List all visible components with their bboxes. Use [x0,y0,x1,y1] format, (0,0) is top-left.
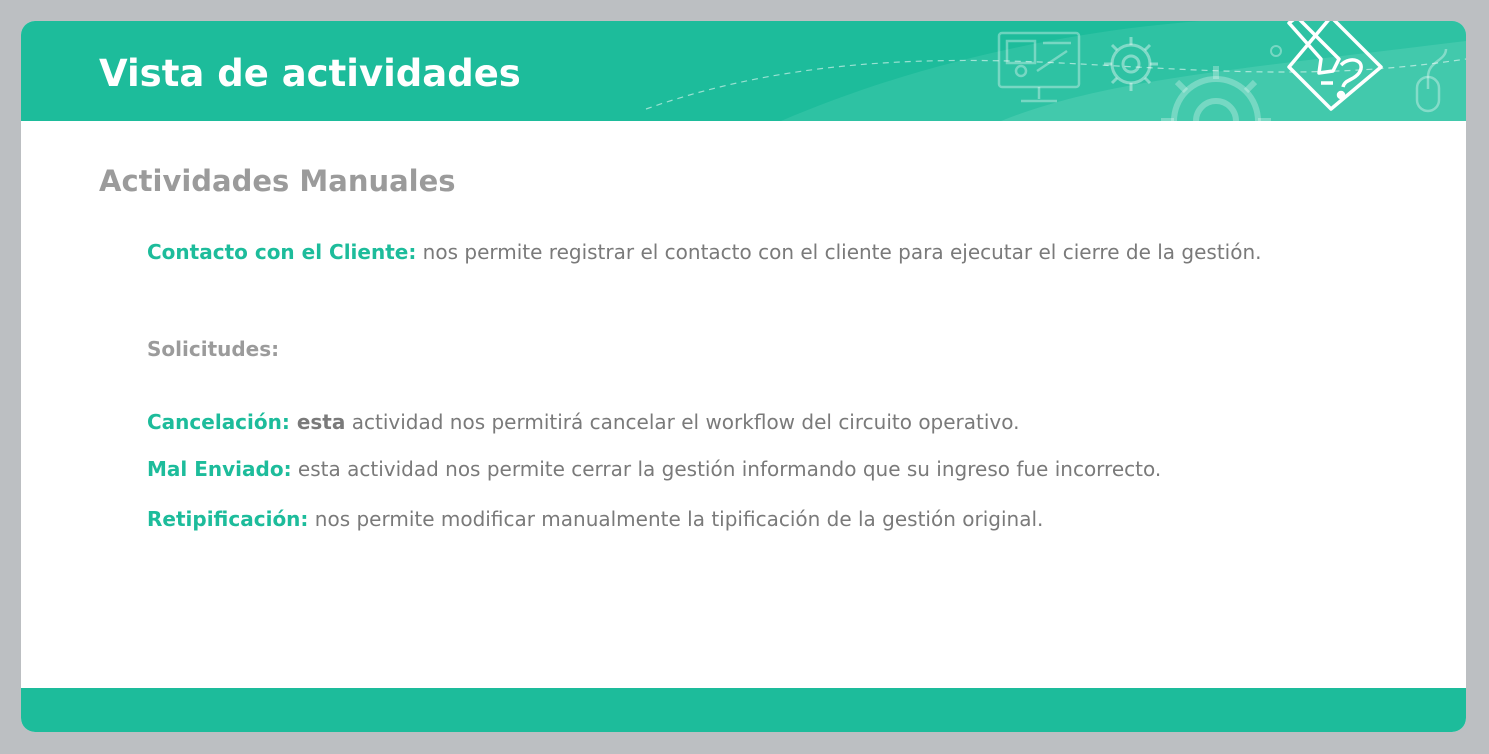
desc-retipificacion: nos permite modificar manualmente la tip… [308,507,1044,531]
term-mal-enviado: Mal Enviado: [147,457,292,481]
section-title: Actividades Manuales [99,164,456,198]
desc-mal-enviado: esta actividad nos permite cerrar la ges… [291,457,1162,481]
item-mal-enviado: Mal Enviado: esta actividad nos permite … [147,454,1161,484]
item-contacto: Contacto con el Cliente: nos permite reg… [147,237,1262,267]
desc-cancelacion: actividad nos permitirá cancelar el work… [345,410,1020,434]
desc-contacto: nos permite registrar el contacto con el… [416,240,1262,264]
footer-bar [21,688,1466,732]
slide: Vista de actividades Actividades Manuale… [21,21,1466,732]
bold-cancelacion: esta [289,410,346,434]
header-banner: Vista de actividades [21,21,1466,121]
label-solicitudes: Solicitudes: [147,337,280,361]
term-cancelacion: Cancelación: [147,410,290,434]
page-title: Vista de actividades [99,52,521,95]
item-retipificacion: Retipificación: nos permite modificar ma… [147,504,1043,534]
item-cancelacion: Cancelación: esta actividad nos permitir… [147,407,1020,437]
term-contacto: Contacto con el Cliente: [147,240,417,264]
term-retipificacion: Retipificación: [147,507,309,531]
item-solicitudes: Solicitudes: [147,334,279,364]
